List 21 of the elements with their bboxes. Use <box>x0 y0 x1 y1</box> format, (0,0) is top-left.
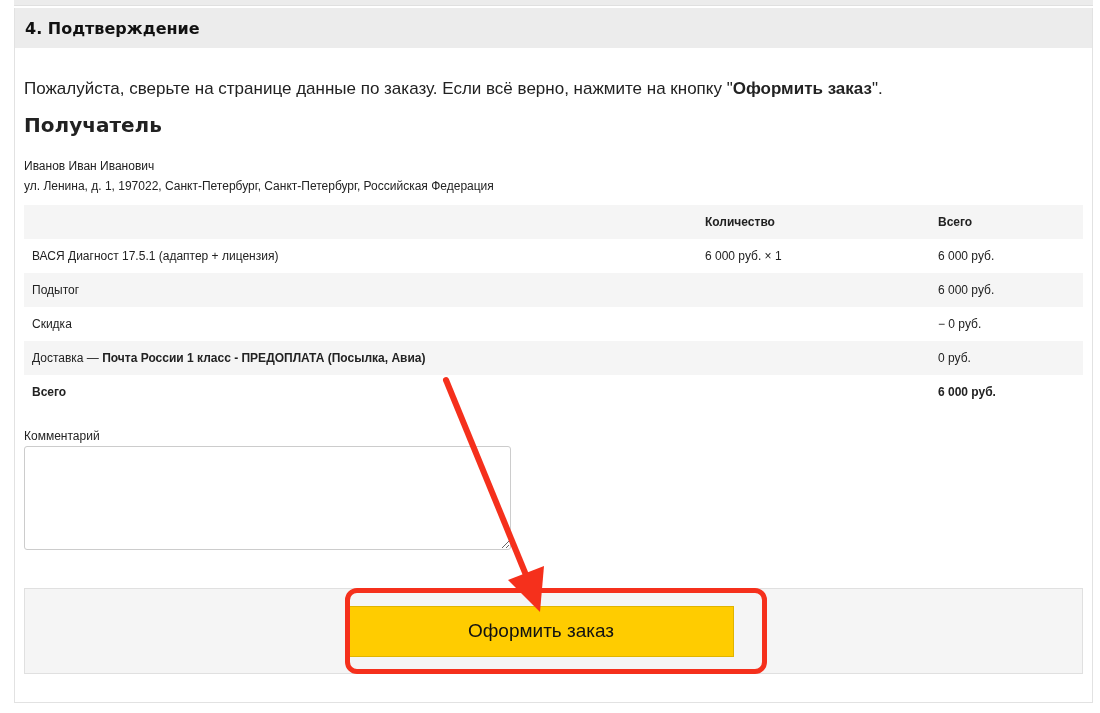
comment-label: Комментарий <box>24 429 101 443</box>
column-header: Всего <box>930 205 1083 239</box>
table-cell: Всего <box>24 375 697 409</box>
table-cell: 6 000 руб. × 1 <box>697 239 930 273</box>
table-cell: Скидка <box>24 307 697 341</box>
recipient-heading: Получатель <box>24 113 163 137</box>
table-cell: Доставка — Почта России 1 класс - ПРЕДОПЛАТА (Посылка, Авиа) <box>24 341 697 375</box>
table-cell: 6 000 руб. <box>930 239 1083 273</box>
table-cell: Подытог <box>24 273 697 307</box>
column-header: Количество <box>697 205 930 239</box>
table-cell: 6 000 руб. <box>930 273 1083 307</box>
table-cell: ВАСЯ Диагност 17.5.1 (адаптер + лицензия) <box>24 239 697 273</box>
recipient-address: ул. Ленина, д. 1, 197022, Санкт-Петербург, Санкт-Петербург, Российская Федерация <box>24 179 495 193</box>
comment-field[interactable] <box>24 446 511 550</box>
recipient-name: Иванов Иван Иванович <box>24 159 156 173</box>
table-cell: 0 руб. <box>930 341 1083 375</box>
section-title: 4. Подтверждение <box>25 18 200 38</box>
instruction-text: Пожалуйста, сверьте на странице данные по заказу. Если всё верно, нажмите на кнопку "Оформить заказ". <box>24 79 884 99</box>
place-order-button[interactable]: Оформить заказ <box>348 605 734 657</box>
table-cell: 6 000 руб. <box>930 375 1083 409</box>
table-cell: − 0 руб. <box>930 307 1083 341</box>
